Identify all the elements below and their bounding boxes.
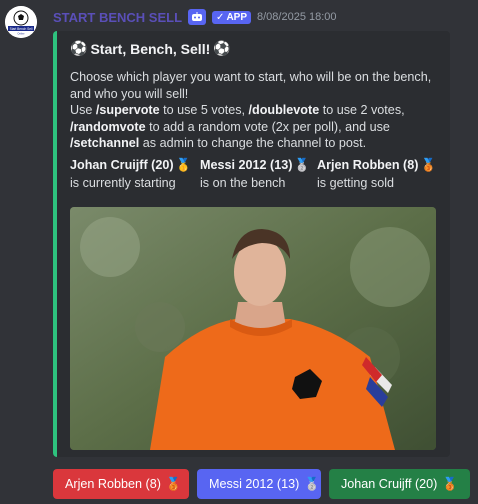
field-name: Messi 2012 (13) [200, 158, 293, 172]
app-badge-label: APP [226, 11, 247, 23]
field-name: Arjen Robben (8) [317, 158, 419, 172]
field-bench: Messi 2012 (13) 🥈 is on the bench [200, 156, 310, 192]
command-randomvote: /randomvote [70, 119, 146, 134]
button-label: Arjen Robben (8) [65, 477, 161, 491]
player-photo[interactable] [70, 207, 436, 450]
embed: ⚽ Start, Bench, Sell! ⚽ Choose which pla… [53, 31, 450, 457]
message-header: START BENCH SELL ✓ APP 8/08/2025 18:00 [53, 9, 337, 25]
embed-fields: Johan Cruijff (20) 🥇 is currently starti… [70, 156, 445, 192]
field-starting: Johan Cruijff (20) 🥇 is currently starti… [70, 156, 191, 192]
description-text: as admin to change the channel to post. [139, 136, 367, 150]
field-value: is getting sold [317, 176, 395, 190]
description-text: to use 2 votes, [319, 103, 405, 117]
button-label: Messi 2012 (13) [209, 477, 300, 491]
soccer-ball-icon: ⚽ [70, 40, 88, 56]
vote-button-messi[interactable]: Messi 2012 (13) 🥈 [197, 469, 321, 499]
field-value: is on the bench [200, 176, 286, 190]
command-supervote: /supervote [95, 103, 160, 117]
vote-buttons: Arjen Robben (8) 🥉 Messi 2012 (13) 🥈 Joh… [53, 469, 470, 499]
timestamp[interactable]: 8/08/2025 18:00 [257, 11, 337, 23]
description-line: Choose which player you want to start, w… [70, 70, 432, 101]
avatar[interactable]: Start Bench Sell Online [5, 6, 37, 38]
description-text: to add a random vote (2x per poll), and … [145, 119, 390, 134]
embed-title: ⚽ Start, Bench, Sell! ⚽ [70, 40, 231, 57]
username[interactable]: START BENCH SELL [53, 10, 182, 25]
silver-medal-icon: 🥈 [304, 476, 320, 491]
button-label: Johan Cruijff (20) [341, 477, 438, 491]
vote-button-robben[interactable]: Arjen Robben (8) 🥉 [53, 469, 189, 499]
gold-medal-icon: 🥇 [175, 158, 192, 172]
vote-button-cruijff[interactable]: Johan Cruijff (20) 🥉 [329, 469, 470, 499]
bot-icon [188, 9, 207, 25]
description-text: Use [70, 103, 96, 117]
avatar-text: Start Bench Sell [10, 27, 33, 31]
bronze-medal-icon: 🥉 [420, 158, 437, 172]
soccer-ball-icon: ⚽ [213, 40, 231, 56]
bronze-medal-icon: 🥉 [165, 476, 182, 491]
verified-check-icon: ✓ [216, 11, 225, 23]
command-setchannel: /setchannel [70, 136, 140, 150]
bronze-medal-icon: 🥉 [442, 476, 459, 491]
embed-title-text: Start, Bench, Sell! [90, 40, 211, 57]
description-text: to use 5 votes, [159, 103, 249, 117]
embed-description: Choose which player you want to start, w… [70, 69, 445, 152]
field-value: is currently starting [70, 176, 176, 190]
silver-medal-icon: 🥈 [294, 158, 311, 172]
avatar-sub: Online [18, 33, 26, 36]
command-doublevote: /doublevote [248, 103, 320, 117]
app-badge: ✓ APP [212, 10, 251, 24]
field-sold: Arjen Robben (8) 🥉 is getting sold [317, 156, 436, 192]
field-name: Johan Cruijff (20) [70, 158, 174, 172]
